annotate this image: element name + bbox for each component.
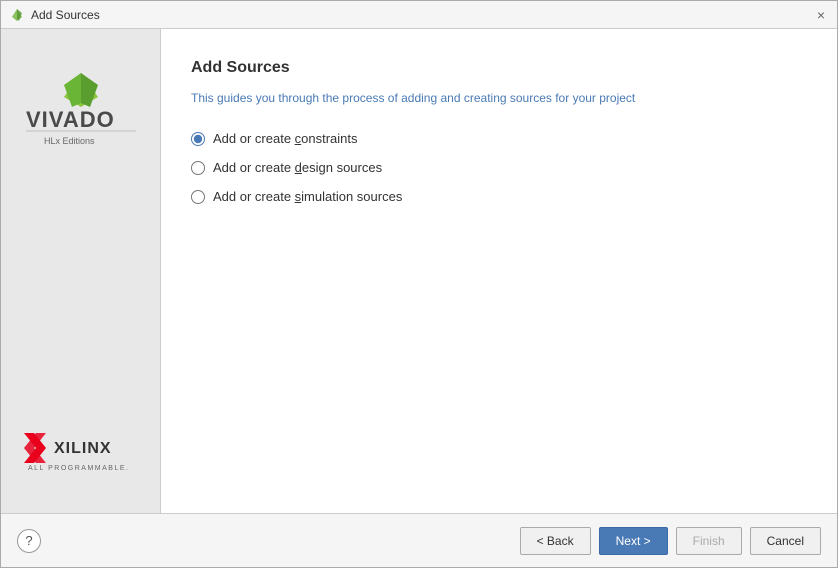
titlebar: Add Sources × — [1, 1, 837, 29]
xilinx-logo-svg: XILINX ALL PROGRAMMABLE. — [16, 428, 146, 473]
footer-left: ? — [17, 529, 41, 553]
footer-buttons: < Back Next > Finish Cancel — [520, 527, 821, 555]
radio-simulation-label: Add or create simulation sources — [213, 189, 402, 204]
finish-button[interactable]: Finish — [676, 527, 742, 555]
constraints-underline: c — [295, 131, 302, 146]
svg-text:ALL PROGRAMMABLE.: ALL PROGRAMMABLE. — [28, 465, 130, 472]
svg-text:XILINX: XILINX — [54, 440, 112, 457]
radio-constraints-input[interactable] — [191, 132, 205, 146]
footer: ? < Back Next > Finish Cancel — [1, 513, 837, 567]
sidebar: VIVADO HLx Editions XILINX ALL PROGRAMMA — [1, 29, 161, 513]
main-panel: Add Sources This guides you through the … — [161, 29, 837, 513]
svg-text:VIVADO: VIVADO — [26, 107, 115, 132]
back-button[interactable]: < Back — [520, 527, 591, 555]
radio-constraints-label: Add or create constraints — [213, 131, 358, 146]
radio-simulation-input[interactable] — [191, 190, 205, 204]
titlebar-left: Add Sources — [9, 7, 100, 23]
xilinx-logo: XILINX ALL PROGRAMMABLE. — [16, 428, 146, 473]
radio-group: Add or create constraints Add or create … — [191, 131, 807, 204]
radio-design-label: Add or create design sources — [213, 160, 382, 175]
panel-title: Add Sources — [191, 59, 807, 77]
radio-simulation[interactable]: Add or create simulation sources — [191, 189, 807, 204]
vivado-logo-svg: VIVADO HLx Editions — [16, 69, 146, 154]
design-underline: d — [295, 160, 302, 175]
vivado-icon — [9, 7, 25, 23]
cancel-button[interactable]: Cancel — [750, 527, 821, 555]
simulation-underline: s — [295, 189, 302, 204]
radio-design-input[interactable] — [191, 161, 205, 175]
content-area: VIVADO HLx Editions XILINX ALL PROGRAMMA — [1, 29, 837, 513]
panel-description: This guides you through the process of a… — [191, 89, 807, 107]
main-window: Add Sources × VIVADO HLx Editions — [0, 0, 838, 568]
window-title: Add Sources — [31, 8, 100, 22]
radio-constraints[interactable]: Add or create constraints — [191, 131, 807, 146]
svg-text:HLx Editions: HLx Editions — [44, 136, 95, 146]
help-button[interactable]: ? — [17, 529, 41, 553]
next-button[interactable]: Next > — [599, 527, 668, 555]
radio-design[interactable]: Add or create design sources — [191, 160, 807, 175]
vivado-logo: VIVADO HLx Editions — [16, 69, 146, 154]
close-button[interactable]: × — [813, 7, 829, 23]
